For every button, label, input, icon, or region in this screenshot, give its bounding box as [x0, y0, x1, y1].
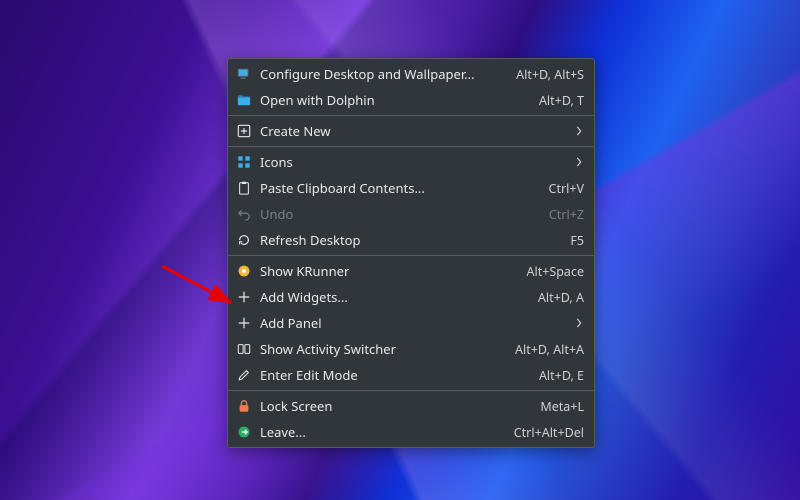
leave-item[interactable]: Leave... Ctrl+Alt+Del	[228, 419, 594, 445]
open-dolphin-item[interactable]: Open with Dolphin Alt+D, T	[228, 87, 594, 113]
plus-icon	[236, 289, 252, 305]
chevron-right-icon	[574, 318, 584, 328]
krunner-icon	[236, 263, 252, 279]
menu-item-label: Leave...	[260, 423, 506, 441]
show-activity-switcher-item[interactable]: Show Activity Switcher Alt+D, Alt+A	[228, 336, 594, 362]
enter-edit-mode-item[interactable]: Enter Edit Mode Alt+D, E	[228, 362, 594, 388]
add-panel-item[interactable]: Add Panel	[228, 310, 594, 336]
menu-item-shortcut: Alt+D, E	[539, 367, 584, 384]
menu-section: Lock Screen Meta+L Leave... Ctrl+Alt+Del	[228, 391, 594, 447]
chevron-right-icon	[574, 157, 584, 167]
menu-item-shortcut: Alt+D, Alt+A	[515, 341, 584, 358]
menu-item-shortcut: Alt+Space	[527, 263, 585, 280]
menu-section: Show KRunner Alt+Space Add Widgets... Alt+D…	[228, 256, 594, 391]
menu-item-label: Lock Screen	[260, 397, 532, 415]
monitor-settings-icon	[236, 66, 252, 82]
refresh-desktop-item[interactable]: Refresh Desktop F5	[228, 227, 594, 253]
file-manager-icon	[236, 92, 252, 108]
paste-clipboard-item[interactable]: Paste Clipboard Contents... Ctrl+V	[228, 175, 594, 201]
menu-item-label: Enter Edit Mode	[260, 366, 531, 384]
menu-item-shortcut: Ctrl+Z	[549, 206, 584, 223]
desktop-context-menu[interactable]: Configure Desktop and Wallpaper... Alt+D,…	[227, 58, 595, 448]
icons-item[interactable]: Icons	[228, 149, 594, 175]
menu-section: Configure Desktop and Wallpaper... Alt+D,…	[228, 59, 594, 116]
menu-item-label: Paste Clipboard Contents...	[260, 179, 541, 197]
configure-desktop-item[interactable]: Configure Desktop and Wallpaper... Alt+D,…	[228, 61, 594, 87]
menu-item-shortcut: Alt+D, T	[539, 92, 584, 109]
create-new-item[interactable]: Create New	[228, 118, 594, 144]
menu-item-label: Create New	[260, 122, 566, 140]
undo-item: Undo Ctrl+Z	[228, 201, 594, 227]
refresh-icon	[236, 232, 252, 248]
menu-item-shortcut: Alt+D, Alt+S	[516, 66, 584, 83]
plus-icon	[236, 315, 252, 331]
menu-section: Icons Paste Clipboard Contents... Ctrl+V Un…	[228, 147, 594, 256]
menu-item-label: Show KRunner	[260, 262, 519, 280]
menu-item-label: Add Panel	[260, 314, 566, 332]
menu-item-shortcut: Ctrl+Alt+Del	[514, 424, 584, 441]
menu-item-label: Configure Desktop and Wallpaper...	[260, 65, 508, 83]
menu-item-shortcut: F5	[570, 232, 584, 249]
leave-icon	[236, 424, 252, 440]
menu-section: Create New	[228, 116, 594, 147]
menu-item-shortcut: Ctrl+V	[549, 180, 584, 197]
menu-item-shortcut: Meta+L	[540, 398, 584, 415]
undo-icon	[236, 206, 252, 222]
edit-icon	[236, 367, 252, 383]
view-icons-icon	[236, 154, 252, 170]
clipboard-icon	[236, 180, 252, 196]
menu-item-shortcut: Alt+D, A	[538, 289, 584, 306]
plus-square-icon	[236, 123, 252, 139]
activity-icon	[236, 341, 252, 357]
show-krunner-item[interactable]: Show KRunner Alt+Space	[228, 258, 594, 284]
menu-item-label: Show Activity Switcher	[260, 340, 507, 358]
menu-item-label: Add Widgets...	[260, 288, 530, 306]
lock-screen-item[interactable]: Lock Screen Meta+L	[228, 393, 594, 419]
menu-item-label: Refresh Desktop	[260, 231, 562, 249]
chevron-right-icon	[574, 126, 584, 136]
menu-item-label: Open with Dolphin	[260, 91, 531, 109]
add-widgets-item[interactable]: Add Widgets... Alt+D, A	[228, 284, 594, 310]
lock-icon	[236, 398, 252, 414]
menu-item-label: Icons	[260, 153, 566, 171]
menu-item-label: Undo	[260, 205, 541, 223]
